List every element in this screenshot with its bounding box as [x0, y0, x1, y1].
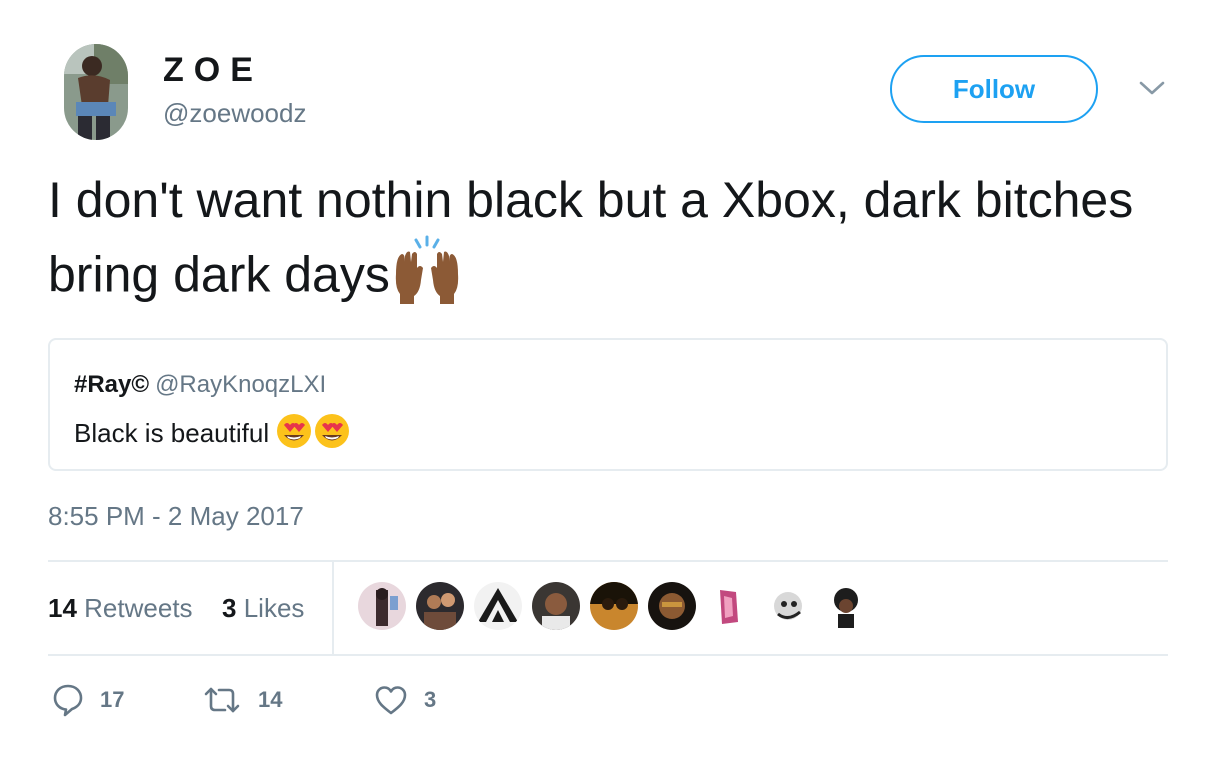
- liker-avatar[interactable]: [474, 582, 522, 630]
- retweets-stat[interactable]: 14 Retweets: [48, 592, 193, 624]
- quoted-tweet-text: Black is beautiful: [74, 412, 352, 458]
- quoted-tweet[interactable]: #Ray© @RayKnoqzLXI Black is beautiful: [48, 338, 1168, 471]
- likes-stat[interactable]: 3 Likes: [222, 592, 304, 624]
- liker-avatar[interactable]: [358, 582, 406, 630]
- likes-stat-count: 3: [222, 593, 237, 623]
- liker-avatar[interactable]: [822, 582, 870, 630]
- stats-separator: [332, 562, 334, 654]
- quoted-tweet-author-name: #Ray©: [74, 371, 150, 398]
- tweet-text-content: I don't want nothin black but a Xbox, da…: [48, 172, 1134, 303]
- author-handle[interactable]: @zoewoodz: [163, 97, 306, 129]
- reply-button[interactable]: 17: [52, 680, 124, 720]
- raised-hands-emoji-icon: [390, 234, 464, 323]
- like-count: 3: [424, 687, 437, 712]
- reply-count: 17: [100, 687, 125, 712]
- liker-avatar[interactable]: [532, 582, 580, 630]
- retweet-icon: [202, 684, 242, 716]
- quoted-tweet-text-content: Black is beautiful: [74, 417, 270, 448]
- likes-stat-label: Likes: [243, 593, 305, 623]
- liker-avatar[interactable]: [764, 582, 812, 630]
- heart-eyes-emoji-icon: [276, 412, 352, 458]
- tweet-text: I don't want nothin black but a Xbox, da…: [48, 166, 1168, 323]
- heart-icon: [374, 684, 408, 716]
- retweet-button[interactable]: 14: [202, 680, 282, 720]
- quoted-tweet-author-handle: @RayKnoqzLXI: [155, 371, 327, 398]
- liker-avatar[interactable]: [706, 582, 754, 630]
- tweet-timestamp[interactable]: 8:55 PM - 2 May 2017: [48, 500, 304, 532]
- liker-avatar[interactable]: [648, 582, 696, 630]
- follow-button[interactable]: Follow: [890, 55, 1098, 123]
- quoted-tweet-header: #Ray© @RayKnoqzLXI: [74, 370, 326, 400]
- liker-avatar[interactable]: [590, 582, 638, 630]
- liker-avatar[interactable]: [416, 582, 464, 630]
- tweet-stats: 14 Retweets 3 Likes: [48, 562, 1168, 654]
- chevron-down-icon[interactable]: [1138, 78, 1166, 98]
- retweets-stat-label: Retweets: [84, 593, 193, 623]
- author-avatar[interactable]: [64, 44, 128, 140]
- tweet-card: ZOE @zoewoodz Follow I don't want nothin…: [0, 0, 1212, 766]
- retweets-stat-count: 14: [48, 593, 77, 623]
- author-display-name[interactable]: ZOE: [163, 50, 263, 90]
- like-button[interactable]: 3: [374, 680, 436, 720]
- reply-icon: [52, 683, 84, 717]
- retweet-count: 14: [258, 687, 283, 712]
- divider: [48, 654, 1168, 656]
